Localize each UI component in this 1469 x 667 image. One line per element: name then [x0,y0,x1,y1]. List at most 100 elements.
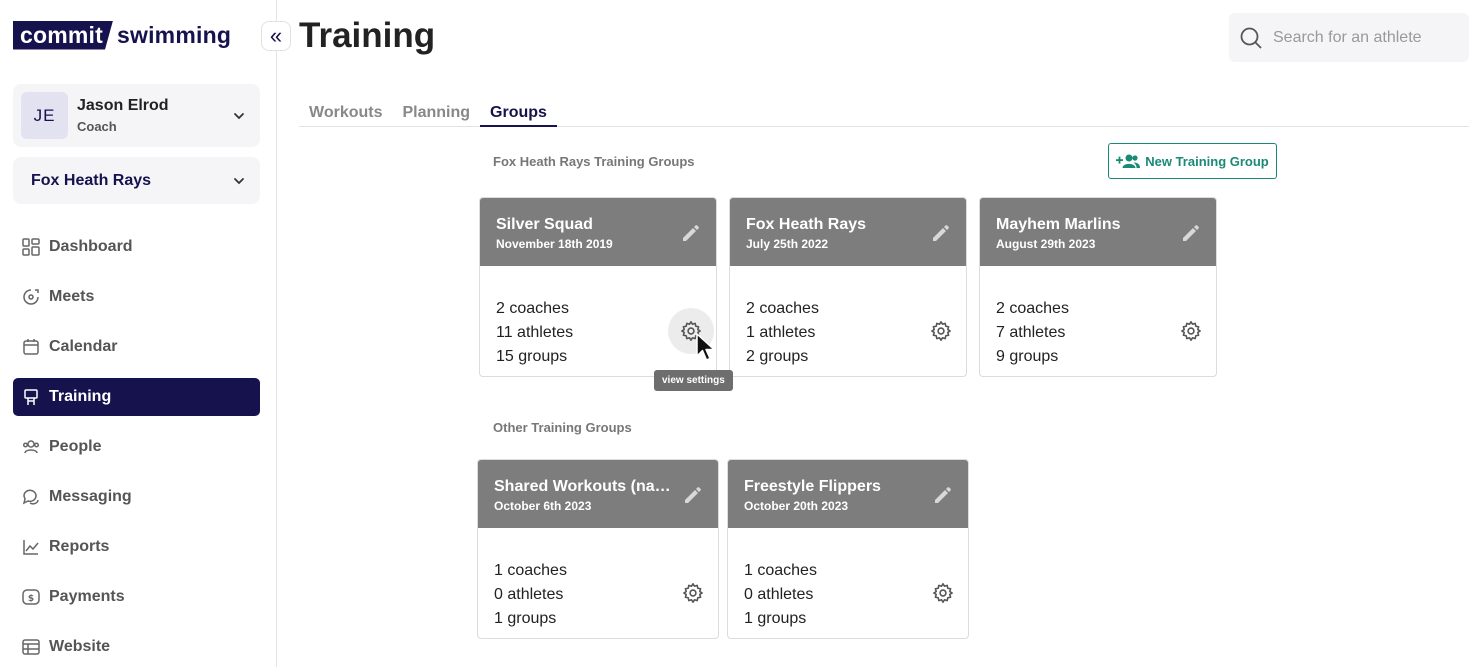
group-settings-button[interactable] [930,320,952,342]
group-card-silver-squad[interactable]: Silver Squad November 18th 2019 2 coache… [479,197,717,377]
group-card-shared-workouts[interactable]: Shared Workouts (nam… October 6th 2023 1… [477,459,719,639]
pencil-icon [685,487,701,503]
edit-group-button[interactable] [930,222,952,244]
sidebar-item-label: Messaging [49,488,132,505]
team-name: Fox Heath Rays [31,171,152,189]
dashboard-icon [22,238,40,256]
group-date: November 18th 2019 [496,237,613,251]
sidebar-item-training[interactable]: Training [13,378,260,416]
own-groups-title: Fox Heath Rays Training Groups [493,154,695,169]
group-date: August 29th 2023 [996,237,1096,251]
athlete-count: 0 athletes [744,586,814,603]
group-count: 15 groups [496,348,568,365]
group-count: 2 groups [746,348,809,365]
group-settings-button[interactable] [682,582,704,604]
logo-commit: commit [13,20,113,50]
people-icon [22,440,40,454]
sidebar-item-label: Meets [49,288,95,305]
calendar-icon [23,339,39,355]
new-training-group-button[interactable]: New Training Group [1108,143,1277,179]
sidebar-item-website[interactable]: Website [13,628,260,666]
coach-count: 1 coaches [744,562,817,579]
search-input[interactable] [1273,28,1463,47]
sidebar-item-label: Reports [49,538,110,555]
tab-workouts[interactable]: Workouts [299,101,392,127]
edit-group-button[interactable] [682,484,704,506]
edit-group-button[interactable] [932,484,954,506]
meets-icon [23,289,39,305]
athlete-search [1229,13,1469,62]
sidebar-item-label: Training [49,388,112,405]
messaging-icon [22,489,39,505]
sidebar-item-reports[interactable]: Reports [13,528,260,566]
group-card-freestyle-flippers[interactable]: Freestyle Flippers October 20th 2023 1 c… [727,459,969,639]
page-title: Training [299,16,436,55]
group-count: 1 groups [744,610,807,627]
sidebar-item-label: Calendar [49,338,118,355]
team-selector[interactable]: Fox Heath Rays [13,157,260,204]
pencil-icon [933,225,949,241]
sidebar-nav: Dashboard Meets Calendar Training People… [13,228,260,667]
athlete-count: 0 athletes [494,586,564,603]
sidebar-item-label: Website [49,638,111,655]
training-icon [24,389,38,405]
sidebar-item-payments[interactable]: $ Payments [13,578,260,616]
athlete-count: 1 athletes [746,324,816,341]
gear-icon [931,321,951,341]
sidebar-item-dashboard[interactable]: Dashboard [13,228,260,266]
gear-icon [933,583,953,603]
group-date: October 20th 2023 [744,499,849,513]
logo-swimming: swimming [117,21,232,48]
pencil-icon [935,487,951,503]
double-chevron-left-icon: « [269,23,283,48]
pencil-icon [683,225,699,241]
edit-group-button[interactable] [680,222,702,244]
user-name: Jason Elrod [77,97,169,114]
reports-icon [23,540,39,555]
search-icon [1240,27,1262,49]
coach-count: 1 coaches [494,562,567,579]
group-name: Freestyle Flippers [744,478,881,495]
add-group-icon [1116,154,1141,168]
group-settings-button[interactable] [932,582,954,604]
tab-planning[interactable]: Planning [392,101,480,127]
group-card-fox-heath-rays[interactable]: Fox Heath Rays July 25th 2022 2 coaches … [729,197,967,377]
coach-count: 2 coaches [996,300,1069,317]
group-date: July 25th 2022 [746,237,829,251]
other-groups-title: Other Training Groups [493,420,632,435]
group-name: Silver Squad [496,216,593,233]
group-settings-button[interactable] [1180,320,1202,342]
user-role: Coach [77,119,117,134]
svg-text:$: $ [28,594,34,604]
group-date: October 6th 2023 [494,499,592,513]
logo[interactable]: commit swimming [13,20,231,50]
group-name: Mayhem Marlins [996,216,1121,233]
athlete-count: 7 athletes [996,324,1066,341]
gear-icon [1181,321,1201,341]
sidebar-item-label: Dashboard [49,238,133,255]
sidebar-item-messaging[interactable]: Messaging [13,478,260,516]
sidebar: commit swimming JE Jason Elrod Coach Fox… [0,0,277,667]
group-count: 9 groups [996,348,1059,365]
group-count: 1 groups [494,610,557,627]
settings-tooltip: view settings [654,370,733,391]
gear-icon [683,583,703,603]
new-training-group-label: New Training Group [1145,153,1269,169]
user-menu[interactable]: JE Jason Elrod Coach [13,84,260,147]
website-icon [22,639,40,655]
mouse-cursor-icon [696,333,715,361]
group-card-mayhem-marlins[interactable]: Mayhem Marlins August 29th 2023 2 coache… [979,197,1217,377]
sidebar-item-label: Payments [49,588,125,605]
collapse-sidebar-button[interactable]: « [261,21,291,51]
sidebar-item-meets[interactable]: Meets [13,278,260,316]
sidebar-item-calendar[interactable]: Calendar [13,328,260,366]
sidebar-item-people[interactable]: People [13,428,260,466]
group-name: Shared Workouts (nam… [494,478,672,495]
chevron-down-icon [234,177,244,184]
training-tabs: Workouts Planning Groups [299,101,1469,127]
coach-count: 2 coaches [746,300,819,317]
tab-groups[interactable]: Groups [480,101,557,127]
edit-group-button[interactable] [1180,222,1202,244]
coach-count: 2 coaches [496,300,569,317]
pencil-icon [1183,225,1199,241]
